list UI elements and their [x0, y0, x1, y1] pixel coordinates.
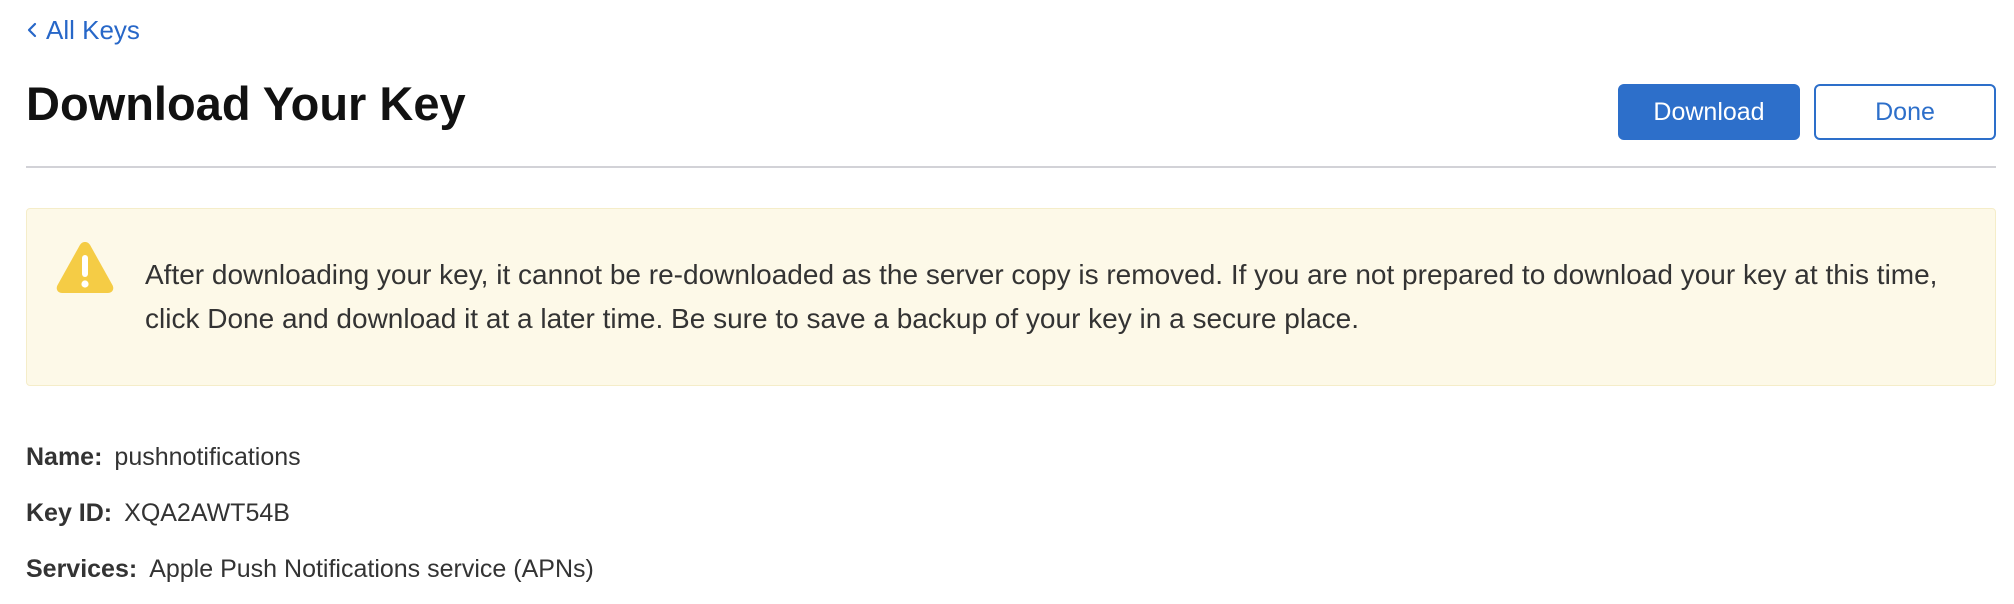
key-id-value: XQA2AWT54B [124, 499, 290, 527]
services-label: Services: [26, 555, 138, 583]
name-value: pushnotifications [114, 443, 301, 471]
name-label: Name: [26, 443, 103, 471]
warning-banner: After downloading your key, it cannot be… [26, 208, 1996, 386]
back-link-all-keys[interactable]: All Keys [26, 12, 140, 48]
warning-triangle-icon [56, 242, 114, 293]
page-title: Download Your Key [26, 77, 466, 130]
header-divider [26, 166, 1996, 168]
chevron-left-icon [27, 22, 37, 38]
detail-row-name: Name: pushnotifications [26, 440, 301, 474]
done-button[interactable]: Done [1814, 84, 1996, 140]
warning-message: After downloading your key, it cannot be… [145, 259, 1938, 334]
key-id-label: Key ID: [26, 499, 113, 527]
back-link-label: All Keys [46, 15, 140, 45]
detail-row-services: Services: Apple Push Notifications servic… [26, 552, 594, 586]
detail-row-key-id: Key ID: XQA2AWT54B [26, 496, 290, 530]
services-value: Apple Push Notifications service (APNs) [149, 555, 594, 583]
download-button[interactable]: Download [1618, 84, 1800, 140]
